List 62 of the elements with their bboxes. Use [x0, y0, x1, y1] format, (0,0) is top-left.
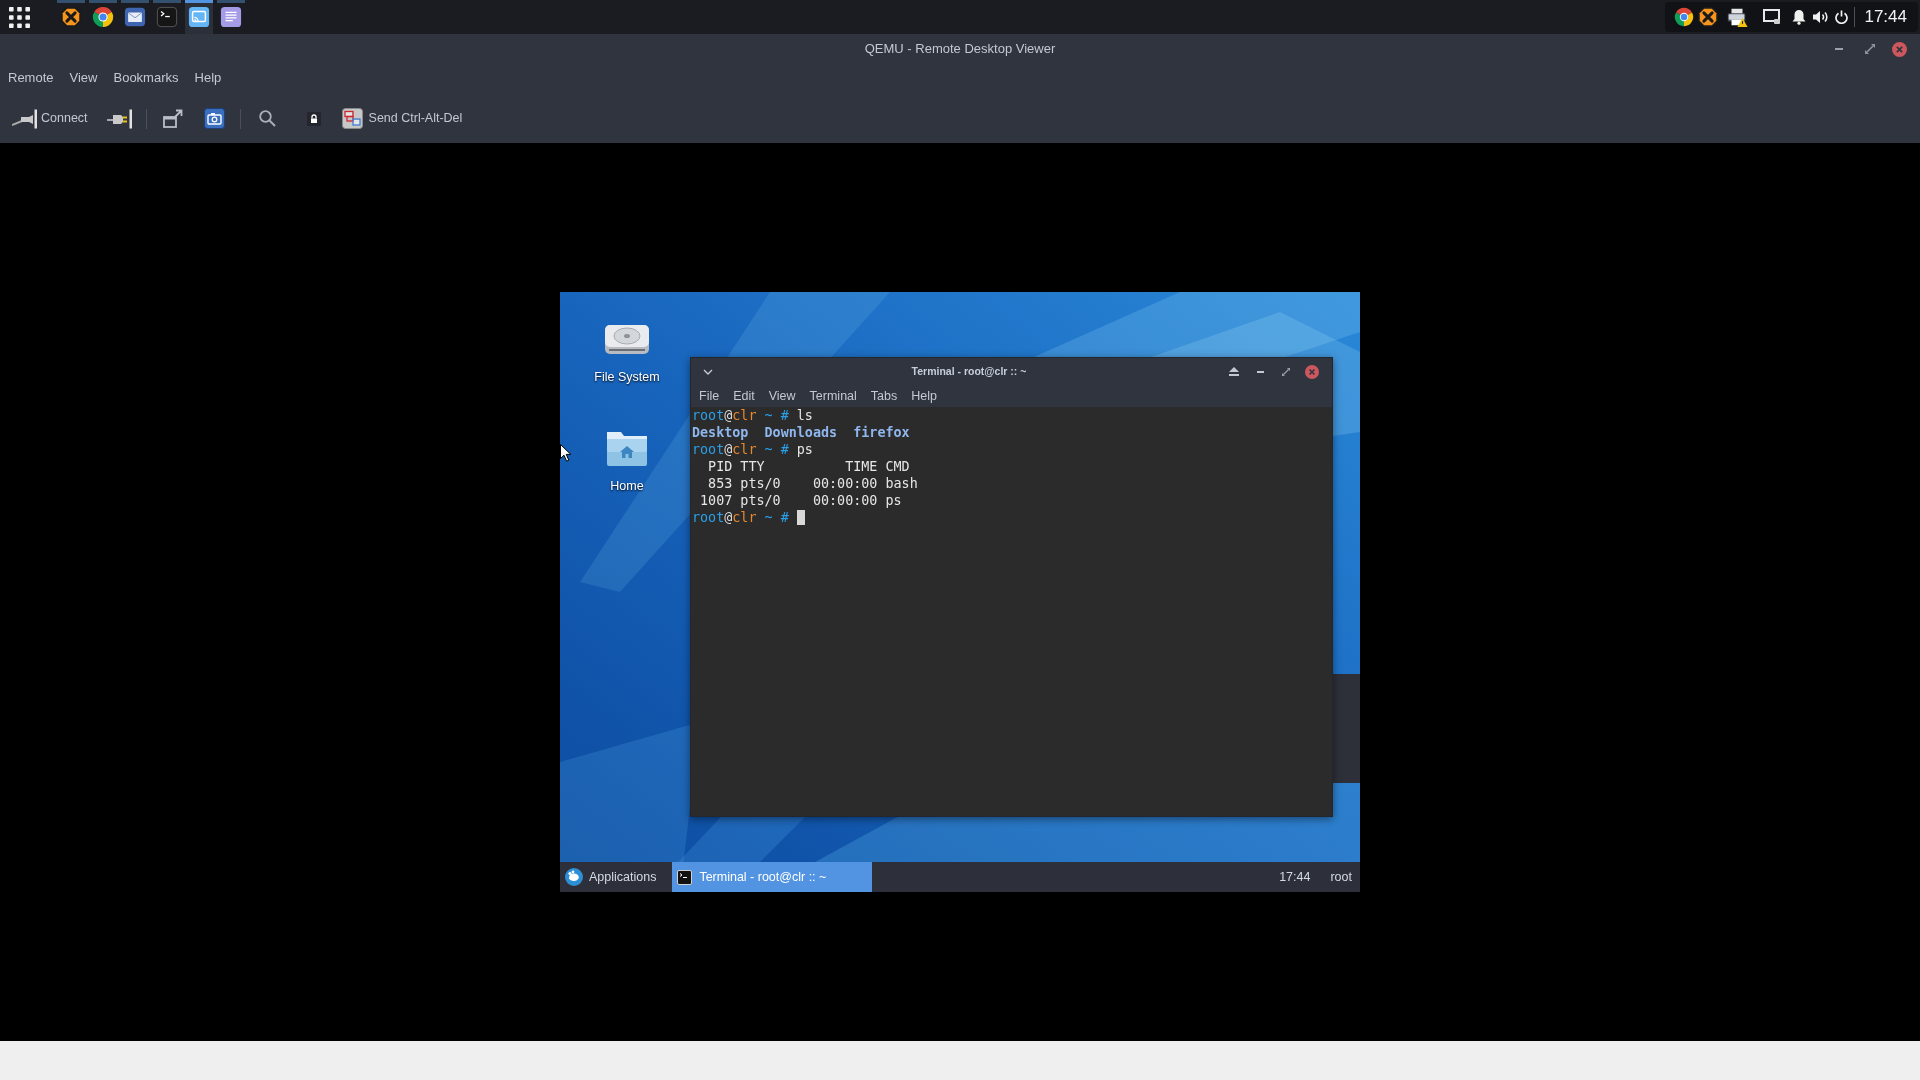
keyboard-keys-icon — [341, 108, 363, 129]
terminal-icon — [156, 6, 178, 28]
volume-icon[interactable] — [1812, 9, 1830, 25]
mouse-pointer-icon — [560, 444, 571, 462]
menu-item[interactable]: File — [699, 386, 720, 406]
tricolor-circle-icon[interactable] — [1674, 7, 1695, 27]
printer-warning-icon[interactable] — [1726, 6, 1749, 28]
x-octagon-icon[interactable] — [1697, 6, 1720, 28]
minimize-icon — [1256, 370, 1264, 373]
window-title: QEMU - Remote Desktop Viewer — [864, 40, 1056, 59]
restore-icon — [1865, 44, 1875, 54]
close-icon — [1305, 364, 1319, 379]
menu-item[interactable]: View — [768, 386, 796, 406]
mouse-logo-icon — [565, 868, 583, 886]
maximize-icon — [1282, 367, 1290, 376]
notes-icon — [220, 6, 242, 28]
menu-item[interactable]: Edit — [733, 386, 755, 406]
panel-app-button[interactable] — [185, 0, 213, 34]
terminal-line: root@clr ~ # — [692, 509, 789, 526]
terminal-line: PID TTY TIME CMD — [707, 459, 910, 474]
clock[interactable]: 17:44 — [1864, 7, 1907, 27]
desktop-icon-label[interactable]: Home — [610, 478, 644, 494]
terminal-line: 853 pts/0 00:00:00 bash — [707, 476, 918, 491]
terminal-line: Desktop Downloads firefox — [692, 425, 910, 440]
x-octagon-icon — [60, 6, 82, 28]
user-name[interactable]: root — [1330, 867, 1352, 887]
menu-item[interactable]: Remote — [8, 68, 54, 88]
terminal-line: root@clr ~ # ls — [692, 407, 813, 424]
envelope-icon — [124, 6, 146, 28]
clock[interactable]: 17:44 — [1279, 867, 1311, 887]
menu-item[interactable]: Bookmarks — [113, 68, 179, 88]
search-icon — [258, 110, 276, 127]
menu-item[interactable]: Terminal — [809, 386, 857, 406]
eject-icon — [1229, 367, 1239, 376]
minimize-icon — [1835, 48, 1843, 50]
tricolor-circle-icon — [92, 6, 114, 28]
close-icon — [1891, 41, 1907, 57]
terminal-icon — [677, 869, 693, 885]
menu-item[interactable]: View — [69, 68, 98, 88]
bell-icon[interactable] — [1792, 9, 1807, 25]
monitor-icon[interactable] — [1763, 8, 1782, 26]
app-grid-icon[interactable] — [9, 6, 30, 28]
camera-icon — [203, 108, 225, 129]
screen-cast-icon — [188, 6, 210, 28]
plug-icon — [12, 108, 38, 129]
desktop-icon-label[interactable]: File System — [594, 369, 660, 385]
lock-icon — [306, 111, 321, 126]
window-title: Terminal - root@clr :: ~ — [910, 363, 1028, 379]
close-button[interactable] — [1891, 41, 1907, 57]
chevron-down-icon — [703, 368, 713, 375]
plug-socket-icon — [106, 108, 133, 129]
send-ctrl-alt-del-button[interactable]: Send Ctrl-Alt-Del — [336, 102, 468, 135]
terminal-output[interactable]: root@clr ~ # ls Desktop Downloads firefox root@clr ~ # ps PID TTY TIME CMD 853 pts/0 00:00:00 bash 1007 pts/0 00:00:00 ps root@clr ~ # — [691, 407, 1332, 816]
window-arrow-icon — [162, 109, 183, 128]
applications-menu-button[interactable]: Applications — [560, 862, 667, 892]
terminal-line: 1007 pts/0 00:00:00 ps — [699, 493, 902, 508]
power-icon[interactable] — [1835, 10, 1849, 24]
menu-item[interactable]: Tabs — [870, 386, 898, 406]
connect-button[interactable]: Connect — [6, 102, 94, 135]
menu-item[interactable]: Help — [911, 386, 937, 406]
terminal-line: root@clr ~ # ps — [692, 441, 813, 458]
menu-item[interactable]: Help — [194, 68, 222, 88]
